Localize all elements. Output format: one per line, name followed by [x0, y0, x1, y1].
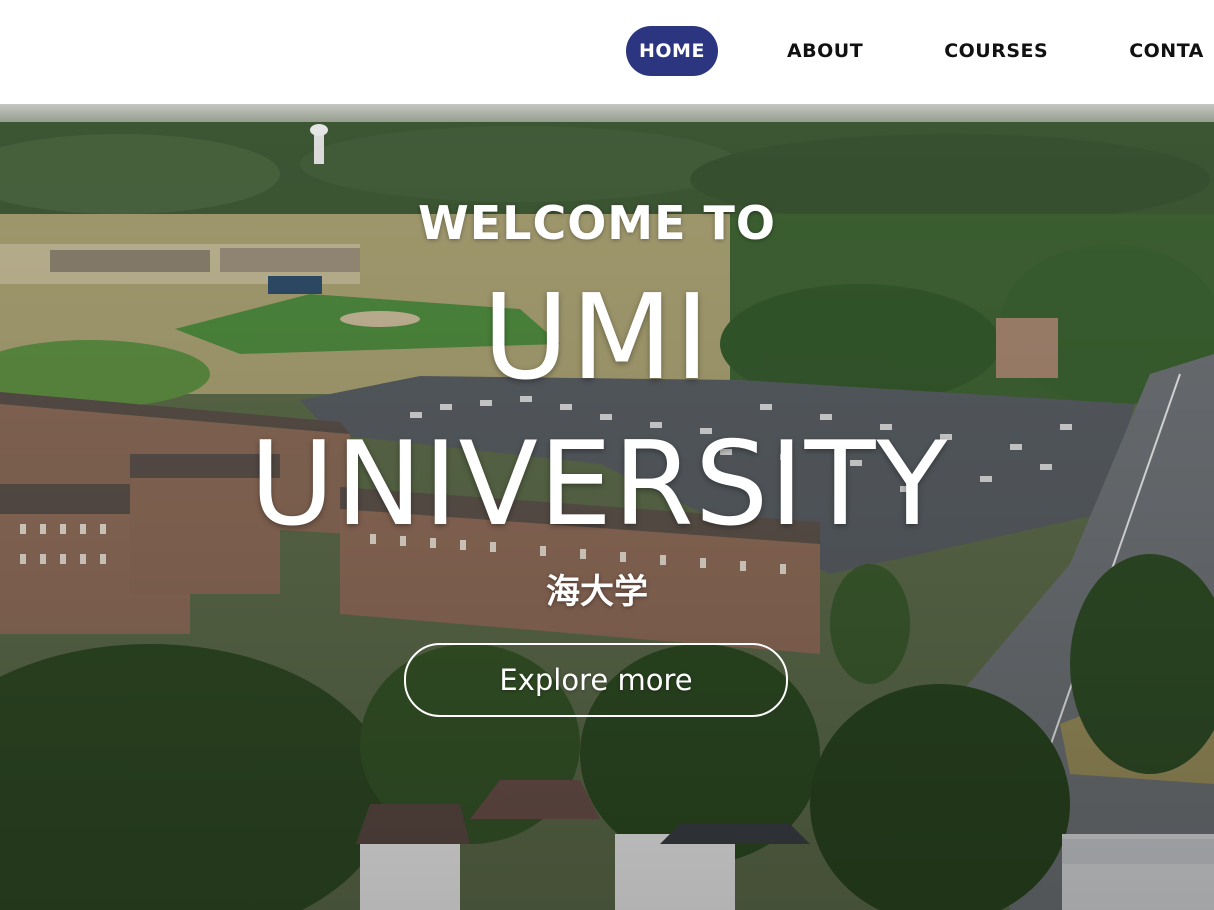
hero-text-overlay: WELCOME TO UMI UNIVERSITY 海大学 Explore mo…: [0, 104, 1214, 910]
hero-welcome-text: WELCOME TO: [417, 196, 777, 250]
top-navigation-bar: HOME ABOUT COURSES CONTA: [0, 0, 1214, 104]
nav-home-link[interactable]: HOME: [626, 26, 718, 76]
main-nav: HOME ABOUT COURSES CONTA: [626, 26, 1204, 76]
hero-title-line1: UMI: [482, 268, 712, 406]
nav-about-link[interactable]: ABOUT: [787, 26, 863, 76]
hero-section: WELCOME TO UMI UNIVERSITY 海大学 Explore mo…: [0, 104, 1214, 910]
hero-chinese-name: 海大学: [546, 572, 648, 612]
explore-more-button[interactable]: Explore more: [404, 643, 788, 717]
nav-courses-link[interactable]: COURSES: [944, 26, 1048, 76]
nav-contact-link[interactable]: CONTA: [1129, 26, 1204, 76]
hero-title-line2: UNIVERSITY: [249, 417, 949, 552]
